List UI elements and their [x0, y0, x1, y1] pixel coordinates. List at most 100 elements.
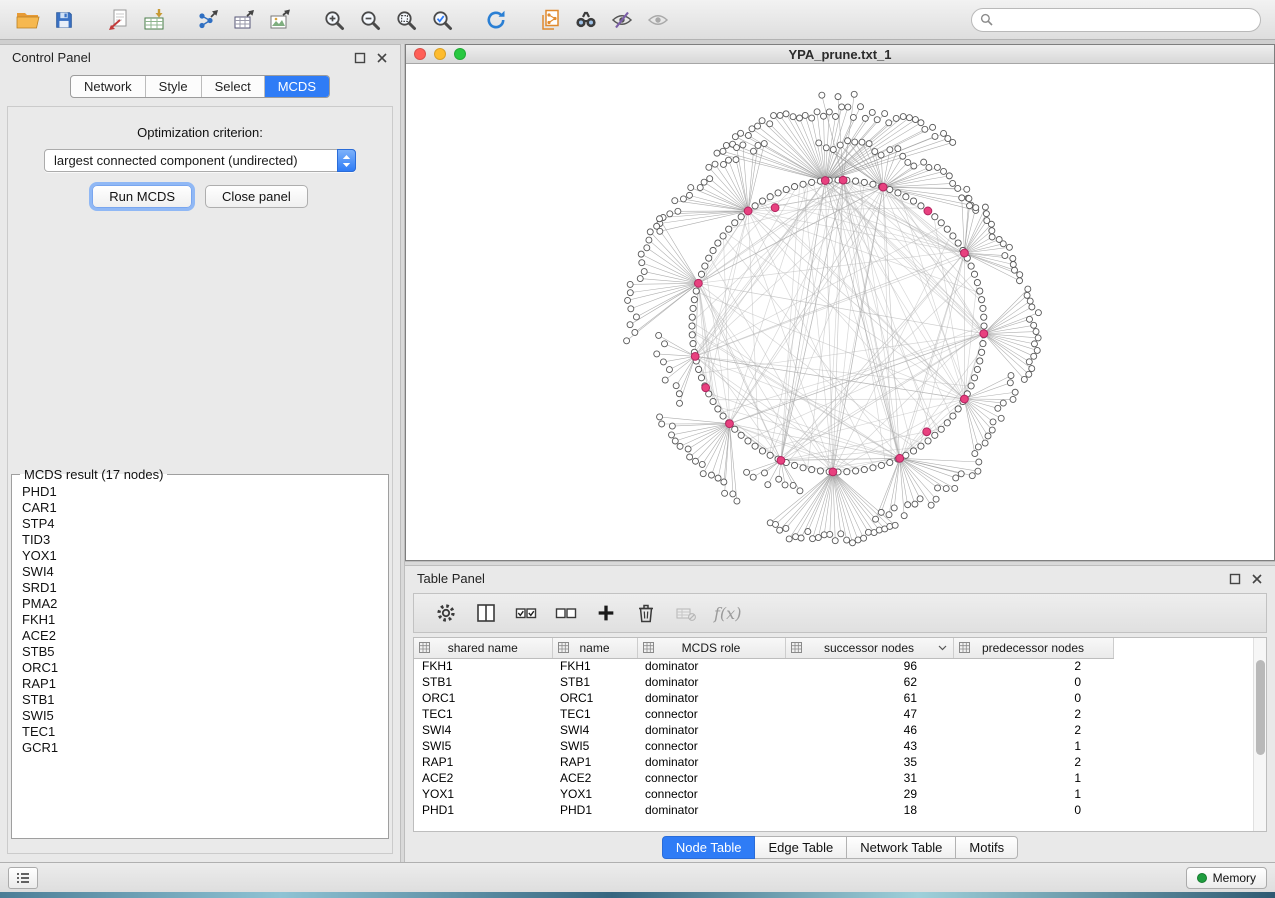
table-scrollbar-thumb[interactable] — [1256, 660, 1265, 755]
control-tab-mcds[interactable]: MCDS — [265, 76, 329, 97]
desktop-wallpaper — [0, 892, 1275, 898]
export-network-button[interactable] — [193, 6, 223, 34]
mcds-result-item[interactable]: RAP1 — [16, 676, 384, 692]
mcds-result-item[interactable]: CAR1 — [16, 500, 384, 516]
table-tab-edge-table[interactable]: Edge Table — [755, 836, 847, 859]
cell-successor-nodes: 47 — [785, 706, 953, 722]
deselect-all-button[interactable] — [551, 599, 581, 627]
mcds-result-item[interactable]: STP4 — [16, 516, 384, 532]
float-panel-icon[interactable] — [354, 52, 366, 64]
table-tabs: Node TableEdge TableNetwork TableMotifs — [405, 832, 1275, 862]
show-all-button[interactable] — [643, 6, 673, 34]
memory-button[interactable]: Memory — [1186, 867, 1267, 889]
table-scrollbar[interactable] — [1253, 638, 1266, 831]
column-header-shared-name[interactable]: shared name — [414, 638, 552, 658]
table-row[interactable]: TEC1TEC1connector472 — [414, 706, 1113, 722]
node-table: shared namenameMCDS rolesuccessor nodesp… — [413, 637, 1267, 832]
control-panel: Control Panel NetworkStyleSelectMCDS Opt… — [0, 44, 400, 862]
mcds-result-item[interactable]: TID3 — [16, 532, 384, 548]
zoom-fit-icon — [394, 8, 418, 32]
cell-name: ORC1 — [552, 690, 637, 706]
delete-column-button[interactable] — [631, 599, 661, 627]
zoom-out-button[interactable] — [355, 6, 385, 34]
columns-icon — [474, 601, 498, 625]
cell-predecessor-nodes: 1 — [953, 738, 1113, 754]
control-tab-select[interactable]: Select — [202, 76, 265, 97]
clone-network-button[interactable] — [535, 6, 565, 34]
table-row[interactable]: YOX1YOX1connector291 — [414, 786, 1113, 802]
table-row[interactable]: SWI5SWI5connector431 — [414, 738, 1113, 754]
column-header-name[interactable]: name — [552, 638, 637, 658]
import-table-button[interactable] — [139, 6, 169, 34]
table-row[interactable]: FKH1FKH1dominator962 — [414, 658, 1113, 674]
cell-predecessor-nodes: 0 — [953, 690, 1113, 706]
close-table-panel-icon[interactable] — [1251, 573, 1263, 585]
search-input[interactable] — [998, 13, 1252, 27]
cell-shared-name: FKH1 — [414, 658, 552, 674]
zoom-fit-button[interactable] — [391, 6, 421, 34]
column-header-successor-nodes[interactable]: successor nodes — [785, 638, 953, 658]
close-panel-icon[interactable] — [376, 52, 388, 64]
mcds-result-item[interactable]: PHD1 — [16, 484, 384, 500]
table-row[interactable]: PHD1PHD1dominator180 — [414, 802, 1113, 818]
maximize-window-button[interactable] — [454, 48, 466, 60]
first-neighbors-button[interactable] — [571, 6, 601, 34]
import-network-button[interactable] — [103, 6, 133, 34]
status-bar: Memory — [0, 862, 1275, 892]
table-row[interactable]: STB1STB1dominator620 — [414, 674, 1113, 690]
open-file-button[interactable] — [13, 6, 43, 34]
mcds-result-item[interactable]: SRD1 — [16, 580, 384, 596]
mcds-result-item[interactable]: GCR1 — [16, 740, 384, 756]
run-mcds-button[interactable]: Run MCDS — [92, 185, 192, 208]
cell-successor-nodes: 96 — [785, 658, 953, 674]
mcds-result-item[interactable]: PMA2 — [16, 596, 384, 612]
table-row[interactable]: SWI4SWI4dominator462 — [414, 722, 1113, 738]
mcds-result-item[interactable]: FKH1 — [16, 612, 384, 628]
table-tab-network-table[interactable]: Network Table — [847, 836, 956, 859]
mcds-result-item[interactable]: YOX1 — [16, 548, 384, 564]
criterion-select[interactable]: largest connected component (undirected) — [44, 149, 356, 172]
table-settings-button[interactable] — [431, 599, 461, 627]
column-header-predecessor-nodes[interactable]: predecessor nodes — [953, 638, 1113, 658]
table-tab-node-table[interactable]: Node Table — [662, 836, 756, 859]
mcds-result-item[interactable]: SWI5 — [16, 708, 384, 724]
export-image-button[interactable] — [265, 6, 295, 34]
table-tab-motifs[interactable]: Motifs — [956, 836, 1018, 859]
zoom-out-icon — [358, 8, 382, 32]
save-session-button[interactable] — [49, 6, 79, 34]
table-row[interactable]: RAP1RAP1dominator352 — [414, 754, 1113, 770]
cell-successor-nodes: 35 — [785, 754, 953, 770]
column-header-MCDS-role[interactable]: MCDS role — [637, 638, 785, 658]
cell-MCDS-role: connector — [637, 738, 785, 754]
export-table-button[interactable] — [229, 6, 259, 34]
mcds-result-item[interactable]: STB5 — [16, 644, 384, 660]
mcds-result-item[interactable]: ACE2 — [16, 628, 384, 644]
zoom-selected-button[interactable] — [427, 6, 457, 34]
function-builder-button[interactable]: f(x) — [714, 604, 741, 623]
cell-successor-nodes: 18 — [785, 802, 953, 818]
zoom-in-button[interactable] — [319, 6, 349, 34]
add-column-button[interactable] — [591, 599, 621, 627]
network-view[interactable] — [406, 64, 1274, 560]
mcds-result-item[interactable]: ORC1 — [16, 660, 384, 676]
hide-selected-button[interactable] — [607, 6, 637, 34]
show-columns-button[interactable] — [471, 599, 501, 627]
control-tab-style[interactable]: Style — [146, 76, 202, 97]
close-panel-button[interactable]: Close panel — [205, 185, 308, 208]
close-window-button[interactable] — [414, 48, 426, 60]
cell-name: STB1 — [552, 674, 637, 690]
checked-boxes-icon — [514, 601, 538, 625]
mcds-result-item[interactable]: TEC1 — [16, 724, 384, 740]
table-row[interactable]: ACE2ACE2connector311 — [414, 770, 1113, 786]
minimize-window-button[interactable] — [434, 48, 446, 60]
apply-preferred-layout-button[interactable] — [481, 6, 511, 34]
select-all-button[interactable] — [511, 599, 541, 627]
mcds-result-item[interactable]: SWI4 — [16, 564, 384, 580]
table-row[interactable]: ORC1ORC1dominator610 — [414, 690, 1113, 706]
panel-menu-button[interactable] — [8, 867, 38, 889]
cell-shared-name: ACE2 — [414, 770, 552, 786]
float-table-panel-icon[interactable] — [1229, 573, 1241, 585]
control-tab-network[interactable]: Network — [71, 76, 146, 97]
mcds-result-item[interactable]: STB1 — [16, 692, 384, 708]
cell-MCDS-role: connector — [637, 706, 785, 722]
